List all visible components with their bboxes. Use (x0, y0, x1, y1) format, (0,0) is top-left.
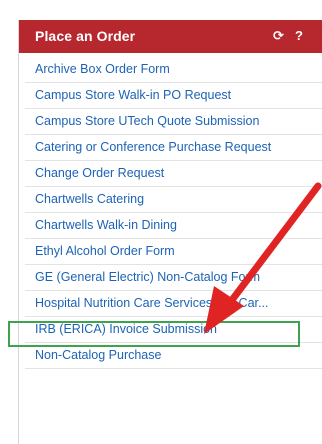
list-item: Catering or Conference Purchase Request (25, 135, 322, 161)
panel-title: Place an Order (35, 28, 136, 44)
list-item: Ethyl Alcohol Order Form (25, 239, 322, 265)
list-item: Non-Catalog Purchase (25, 343, 322, 369)
order-form-link[interactable]: Catering or Conference Purchase Request (35, 140, 271, 154)
order-form-link[interactable]: Change Order Request (35, 166, 164, 180)
list-item: Campus Store UTech Quote Submission (25, 109, 322, 135)
order-form-link[interactable]: Non-Catalog Purchase (35, 348, 161, 362)
list-item: Archive Box Order Form (25, 57, 322, 83)
place-order-panel: Place an Order ⟳ ? Archive Box Order For… (18, 20, 322, 444)
list-item: Change Order Request (25, 161, 322, 187)
order-form-link[interactable]: GE (General Electric) Non-Catalog Form (35, 270, 260, 284)
list-item-highlighted: Hospital Nutrition Care Services Gift Ca… (25, 291, 322, 317)
order-form-link[interactable]: Hospital Nutrition Care Services Gift Ca… (35, 296, 268, 310)
list-item: Chartwells Catering (25, 187, 322, 213)
help-icon[interactable]: ? (295, 28, 303, 43)
order-form-link[interactable]: IRB (ERICA) Invoice Submission (35, 322, 217, 336)
list-item: IRB (ERICA) Invoice Submission (25, 317, 322, 343)
list-item: Campus Store Walk-in PO Request (25, 83, 322, 109)
list-item: GE (General Electric) Non-Catalog Form (25, 265, 322, 291)
order-form-link[interactable]: Ethyl Alcohol Order Form (35, 244, 175, 258)
order-form-link[interactable]: Campus Store Walk-in PO Request (35, 88, 231, 102)
order-form-link[interactable]: Chartwells Catering (35, 192, 144, 206)
panel-header: Place an Order ⟳ ? (19, 20, 322, 53)
refresh-icon[interactable]: ⟳ (273, 28, 284, 44)
order-form-list: Archive Box Order Form Campus Store Walk… (19, 57, 322, 369)
order-form-link[interactable]: Archive Box Order Form (35, 62, 170, 76)
list-item: Chartwells Walk-in Dining (25, 213, 322, 239)
order-form-link[interactable]: Chartwells Walk-in Dining (35, 218, 177, 232)
order-form-link[interactable]: Campus Store UTech Quote Submission (35, 114, 259, 128)
